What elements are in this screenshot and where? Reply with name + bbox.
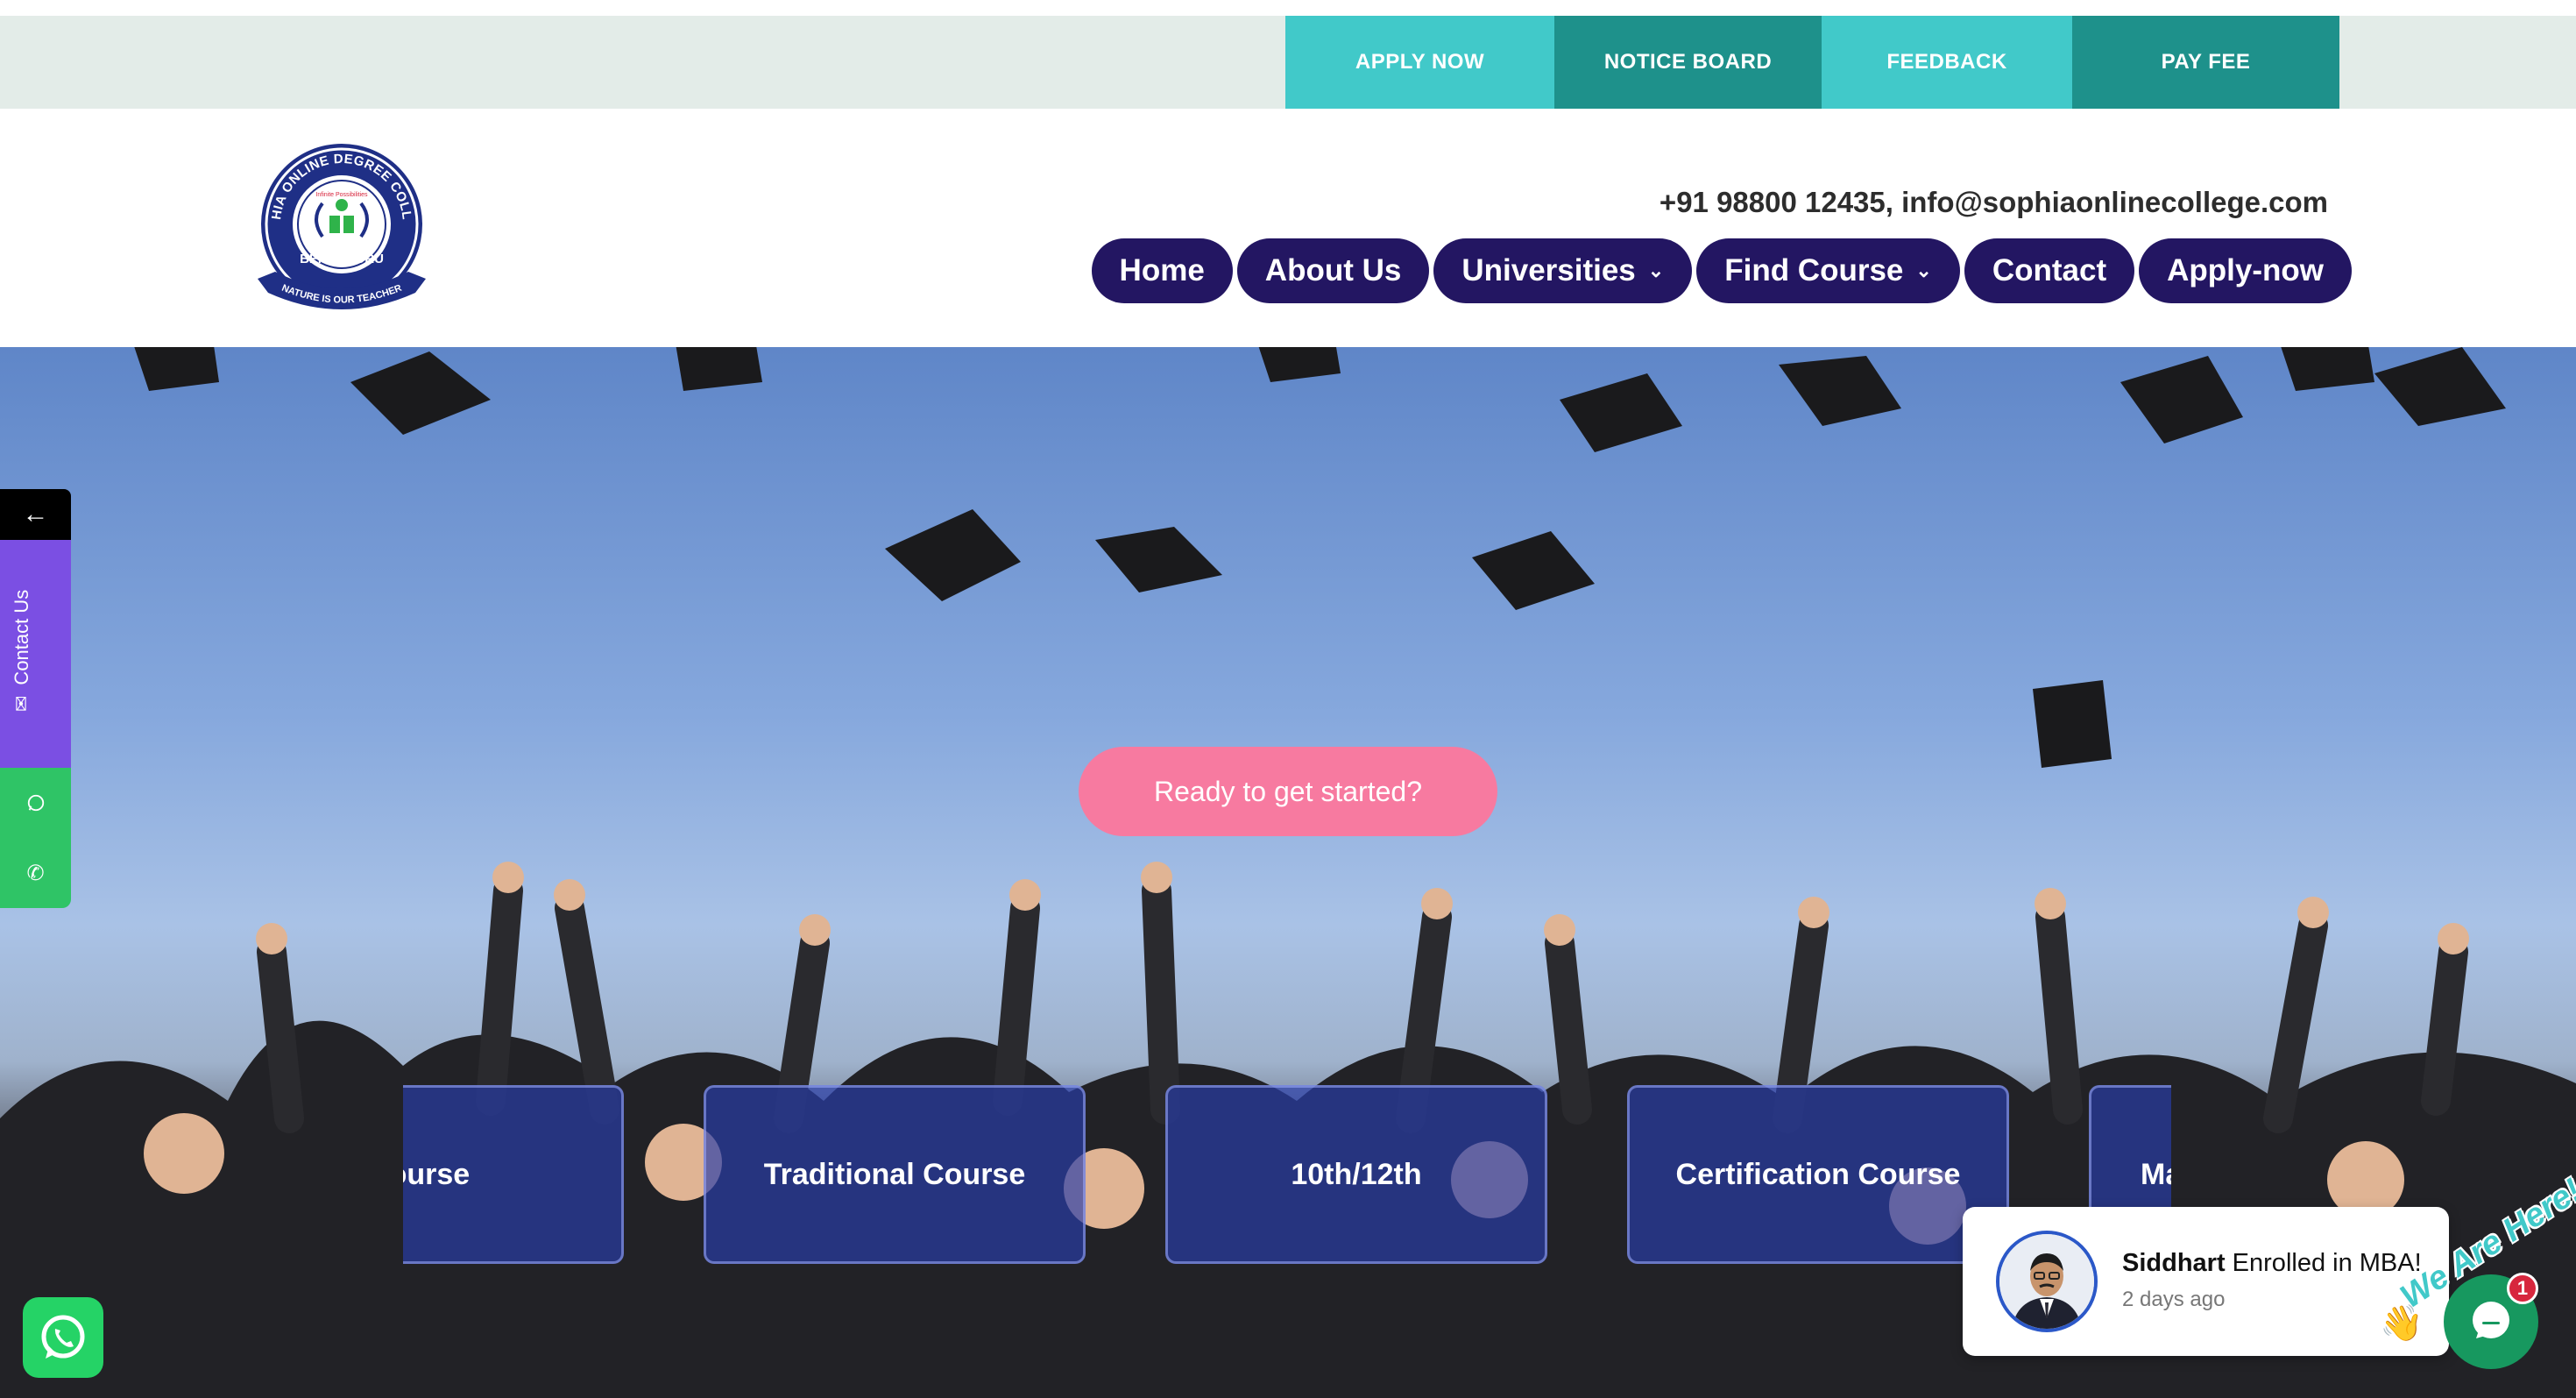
wave-hand-icon: 👋 bbox=[2380, 1304, 2424, 1343]
contact-us-label: Contact Us bbox=[11, 589, 32, 685]
phone-icon: ✆ bbox=[26, 861, 45, 885]
contact-info: +91 98800 12435, info@sophiaonlinecolleg… bbox=[1659, 186, 2328, 218]
notification-text: Siddhart Enrolled in MBA! bbox=[2122, 1249, 2422, 1278]
whatsapp-float-button[interactable] bbox=[23, 1297, 103, 1378]
whatsapp-side-button[interactable] bbox=[0, 768, 71, 838]
graduation-caps bbox=[134, 347, 2506, 768]
notification-name: Siddhart bbox=[2122, 1249, 2226, 1277]
logo-city: BENGALURU bbox=[300, 252, 384, 266]
get-started-button[interactable]: Ready to get started? bbox=[1079, 747, 1497, 836]
course-card-traditional[interactable]: Traditional Course bbox=[704, 1085, 1086, 1264]
nav-universities[interactable]: Universities ⌄ bbox=[1433, 238, 1693, 303]
course-card-10th-12th[interactable]: 10th/12th bbox=[1165, 1085, 1547, 1264]
course-card-label: Traditional Course bbox=[763, 1157, 1026, 1191]
chevron-down-icon: ⌄ bbox=[1647, 259, 1665, 281]
course-card-certification[interactable]: Certification Course bbox=[1627, 1085, 2009, 1264]
notice-board-button[interactable]: NOTICE BOARD bbox=[1554, 16, 1822, 109]
course-carousel: ce Course Traditional Course 10th/12th C… bbox=[403, 1085, 2171, 1264]
site-header: SOPHIA ONLINE DEGREE COLLEGE Infinite Po… bbox=[0, 109, 2576, 347]
contact-us-vertical: ✉ Contact Us bbox=[11, 590, 33, 712]
course-card-label: Certification Course bbox=[1675, 1157, 1961, 1191]
mail-icon: ✉ bbox=[11, 695, 32, 712]
logo-motto: Infinite Possibilities bbox=[315, 192, 368, 198]
avatar bbox=[1996, 1231, 2098, 1332]
nav-about-us[interactable]: About Us bbox=[1236, 238, 1430, 303]
nav-home[interactable]: Home bbox=[1091, 238, 1233, 303]
nav-find-course-label: Find Course bbox=[1724, 253, 1904, 287]
side-panel-toggle[interactable]: ← bbox=[0, 489, 71, 540]
main-nav: Home About Us Universities ⌄ Find Course ⌄… bbox=[1091, 238, 2352, 303]
course-card-label: ce Course bbox=[403, 1157, 471, 1191]
college-logo[interactable]: SOPHIA ONLINE DEGREE COLLEGE Infinite Po… bbox=[249, 138, 435, 324]
feedback-button[interactable]: FEEDBACK bbox=[1822, 16, 2072, 109]
nav-apply-now-label: Apply-now bbox=[2167, 253, 2324, 287]
contact-us-tab[interactable]: ✉ Contact Us bbox=[0, 540, 71, 768]
chat-bubble-icon bbox=[2473, 1302, 2509, 1338]
notification-time: 2 days ago bbox=[2122, 1288, 2226, 1311]
nav-universities-label: Universities bbox=[1461, 253, 1636, 287]
nav-apply-now[interactable]: Apply-now bbox=[2139, 238, 2352, 303]
apply-now-button[interactable]: APPLY NOW bbox=[1285, 16, 1554, 109]
chevron-down-icon: ⌄ bbox=[1915, 259, 1932, 281]
nav-find-course[interactable]: Find Course ⌄ bbox=[1696, 238, 1960, 303]
nav-contact[interactable]: Contact bbox=[1964, 238, 2135, 303]
nav-about-us-label: About Us bbox=[1264, 253, 1402, 287]
nav-home-label: Home bbox=[1119, 253, 1205, 287]
pay-fee-button[interactable]: PAY FEE bbox=[2072, 16, 2339, 109]
notification-message: Enrolled in MBA! bbox=[2225, 1249, 2422, 1277]
course-card-label: Ma bbox=[2141, 1157, 2171, 1191]
top-utility-bar: APPLY NOW NOTICE BOARD FEEDBACK PAY FEE bbox=[0, 16, 2576, 109]
whatsapp-icon bbox=[27, 794, 44, 812]
phone-side-button[interactable]: ✆ bbox=[0, 838, 71, 908]
topbar-links: APPLY NOW NOTICE BOARD FEEDBACK PAY FEE bbox=[1285, 16, 2339, 109]
page: APPLY NOW NOTICE BOARD FEEDBACK PAY FEE … bbox=[0, 0, 2576, 1398]
chat-unread-badge: 1 bbox=[2507, 1273, 2538, 1304]
whatsapp-icon bbox=[41, 1315, 85, 1359]
course-card-label: 10th/12th bbox=[1291, 1157, 1422, 1191]
course-card-distance[interactable]: ce Course bbox=[403, 1085, 624, 1264]
nav-contact-label: Contact bbox=[1992, 253, 2107, 287]
enrollment-notification[interactable]: Siddhart Enrolled in MBA! 2 days ago bbox=[1963, 1207, 2449, 1356]
